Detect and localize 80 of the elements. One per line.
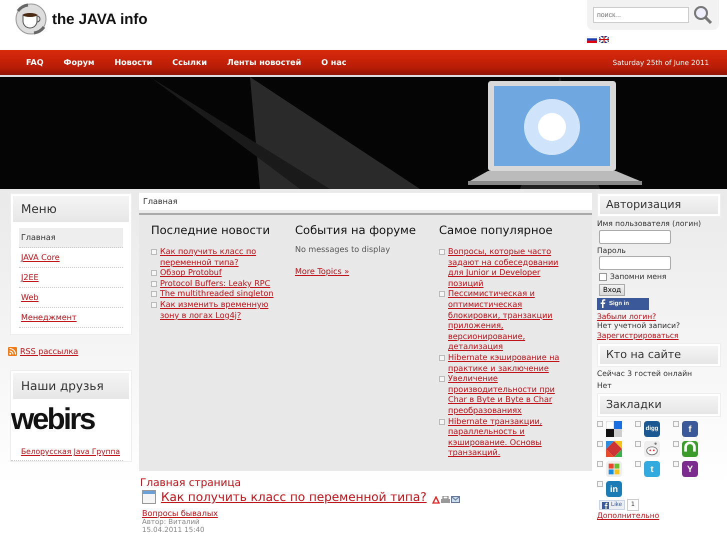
- facebook-icon: [599, 299, 606, 308]
- bullet-icon: [151, 270, 157, 276]
- column-heading: Последние новости: [151, 223, 271, 237]
- breadcrumb: Главная: [139, 193, 592, 210]
- facebook-icon: [602, 502, 609, 508]
- bullet-icon: [635, 461, 641, 467]
- bullet-icon: [597, 441, 603, 447]
- password-field[interactable]: [599, 256, 671, 270]
- article-link[interactable]: Увеличение производительности при Char в Byte и Byte в Char преобразованиях: [448, 374, 567, 416]
- column-heading: События на форуме: [295, 223, 417, 237]
- category-link[interactable]: Вопросы бывалых: [142, 509, 218, 518]
- no-messages-text: No messages to display: [295, 245, 392, 254]
- coffee-cup-icon: [14, 3, 48, 35]
- menu-item[interactable]: J2EE: [19, 268, 123, 288]
- login-title: Авторизация: [600, 196, 718, 214]
- bullet-icon: [673, 441, 679, 447]
- bullet-icon: [673, 421, 679, 427]
- bookmarks-title: Закладки: [600, 396, 718, 414]
- nav-link[interactable]: FAQ: [16, 58, 54, 67]
- bookmark-link[interactable]: f: [682, 421, 698, 437]
- article-link[interactable]: Обзор Protobuf: [160, 268, 222, 279]
- article-link[interactable]: Как получить класс по переменной типа?: [160, 247, 287, 268]
- document-icon: [142, 490, 156, 504]
- bullet-icon: [439, 354, 445, 361]
- bullet-icon: [597, 421, 603, 427]
- bullet-icon: [635, 441, 641, 447]
- friend-logo: webirs: [11, 403, 94, 437]
- article-link[interactable]: Пессимистическая и оптимистическая блокировки, транзакции приложения, версионирование, детализация: [448, 289, 567, 353]
- username-field[interactable]: [599, 230, 671, 244]
- menu-item[interactable]: Менеджмент: [19, 308, 123, 328]
- nav-link[interactable]: Форум: [54, 58, 104, 67]
- section-title: Главная страница: [140, 477, 242, 489]
- nav-link[interactable]: Новости: [104, 58, 162, 67]
- bullet-icon: [151, 249, 157, 255]
- bookmark-icon: [606, 461, 622, 477]
- bullet-icon: [439, 249, 445, 255]
- bookmark-icon: [606, 421, 622, 437]
- bookmark-link[interactable]: [606, 421, 622, 437]
- rss-link[interactable]: RSS рассылка: [20, 347, 78, 356]
- more-topics-link[interactable]: More Topics »: [295, 267, 350, 276]
- bullet-icon: [439, 291, 445, 298]
- column-heading: Самое популярное: [439, 223, 554, 237]
- article-link[interactable]: The multithreaded singleton: [160, 289, 274, 300]
- search-button[interactable]: [693, 5, 713, 25]
- friends-title: Наши друзья: [13, 373, 129, 399]
- online-title: Кто на сайте: [600, 346, 718, 364]
- bookmark-link[interactable]: Y: [682, 461, 698, 477]
- nav-link[interactable]: Ленты новостей: [216, 58, 312, 67]
- russian-flag-icon: [587, 36, 597, 43]
- bullet-icon: [439, 418, 445, 424]
- article-link[interactable]: Вопросы, которые часто задают на собеседовании для Junior и Developer позиций: [448, 247, 567, 290]
- menu-title: Меню: [13, 196, 129, 222]
- bullet-icon: [439, 376, 445, 382]
- nav-link[interactable]: О нас: [311, 58, 356, 67]
- bullet-icon: [151, 302, 157, 308]
- nav-link[interactable]: Ссылки: [162, 58, 217, 67]
- bookmark-icon: [644, 441, 660, 457]
- article-title-link[interactable]: Как получить класс по переменной типа?: [161, 490, 427, 504]
- bullet-icon: [151, 280, 157, 287]
- menu-item[interactable]: Главная: [19, 228, 123, 248]
- article-link[interactable]: Hibernate кэширование на практике и заключение: [448, 352, 567, 374]
- site-title: the JAVA info: [52, 10, 148, 28]
- article-link[interactable]: Hibernate транзакции, параллельность и кэширование. Основы транзакций.: [448, 416, 567, 459]
- article-link[interactable]: Как изменить временную зону в логах Log4j?: [160, 300, 287, 322]
- bullet-icon: [673, 461, 679, 467]
- printer-icon: [440, 496, 450, 504]
- menu-item[interactable]: Web: [19, 288, 123, 308]
- bullet-icon: [597, 461, 603, 467]
- envelope-icon: [450, 496, 460, 503]
- article-link[interactable]: Protocol Buffers: Leaky RPC: [160, 278, 270, 290]
- bookmark-icon: [606, 441, 622, 457]
- bullet-icon: [597, 481, 603, 487]
- bullet-icon: [151, 291, 157, 298]
- british-flag-icon: [599, 36, 609, 43]
- bullet-icon: [635, 421, 641, 427]
- search-icon: [693, 5, 713, 25]
- remember-checkbox[interactable]: [599, 272, 607, 281]
- rss-icon: [8, 347, 17, 356]
- menu-item[interactable]: JAVA Core: [19, 248, 123, 268]
- bookmark-link[interactable]: in: [606, 481, 622, 497]
